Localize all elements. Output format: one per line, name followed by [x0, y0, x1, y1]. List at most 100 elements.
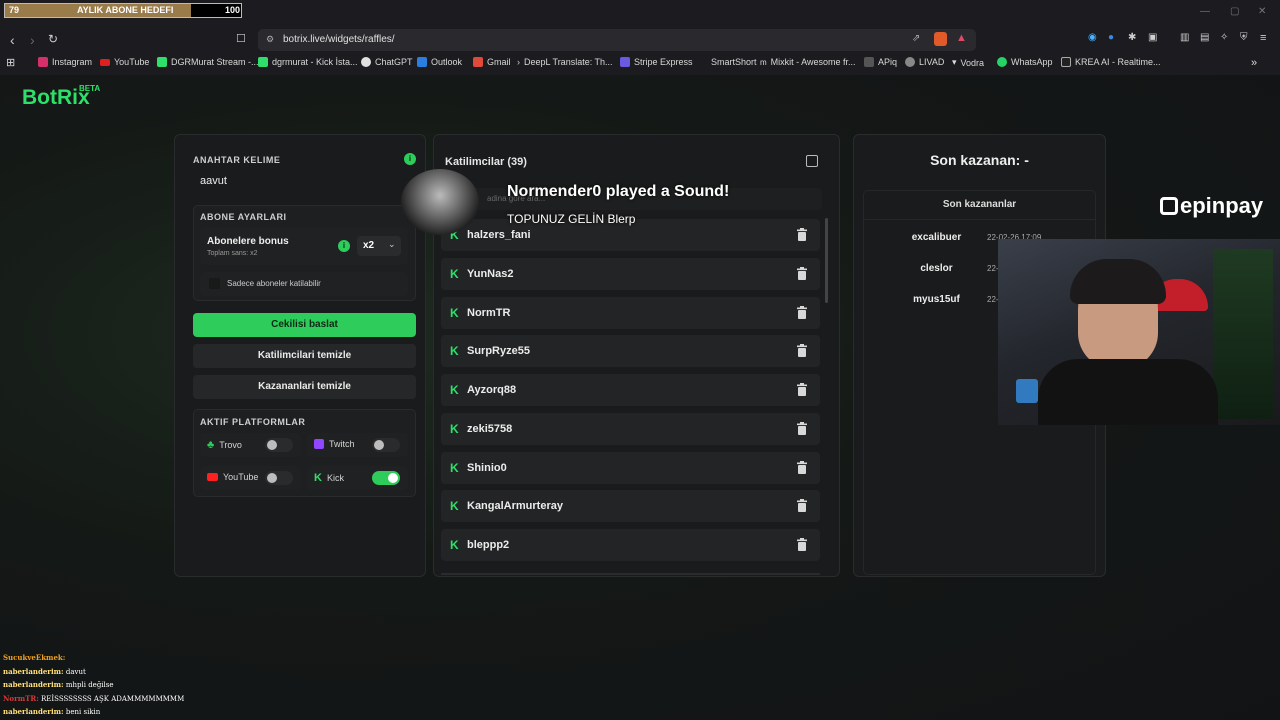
active-platforms-label: AKTIF PLATFORMLAR: [200, 417, 306, 427]
bookmark-item[interactable]: Instagram: [38, 57, 92, 67]
participant-name: Ayzorq88: [467, 384, 517, 396]
trash-icon[interactable]: [796, 421, 808, 435]
copy-icon[interactable]: [806, 155, 818, 167]
share-icon[interactable]: ⇗: [912, 33, 920, 44]
bookmark-item[interactable]: DGRMurat Stream -...: [157, 57, 259, 67]
trovo-toggle[interactable]: [265, 438, 293, 452]
extension-icon[interactable]: ●: [1108, 32, 1114, 43]
forward-icon[interactable]: ›: [30, 32, 35, 48]
kick-icon: K: [450, 538, 459, 552]
sidebar-icon[interactable]: ▥: [1180, 32, 1189, 43]
bookmark-item[interactable]: Stripe Express: [620, 57, 693, 67]
back-icon[interactable]: ‹: [10, 32, 15, 48]
bookmark-item[interactable]: ▾ Vodra: [952, 57, 984, 68]
botrix-logo[interactable]: BotRix BETA: [22, 84, 100, 110]
bookmark-item[interactable]: APiq: [864, 57, 897, 67]
bookmark-item[interactable]: YouTube: [100, 57, 149, 67]
trash-icon[interactable]: [796, 305, 808, 319]
multiplier-select[interactable]: x2 ⌄: [357, 236, 401, 256]
bookmark-item[interactable]: SmartShort: [697, 57, 757, 67]
deepl-icon: ›: [517, 57, 520, 67]
list-scrollbar[interactable]: [825, 218, 828, 303]
chat-message: naberlanderim: mhpli değilse: [3, 680, 114, 689]
info-icon[interactable]: i: [404, 153, 416, 165]
maximize-icon[interactable]: ▢: [1230, 6, 1239, 17]
kick-icon: K: [450, 305, 459, 320]
kick-toggle[interactable]: [372, 471, 400, 485]
apps-icon[interactable]: ⊞: [6, 56, 15, 69]
participant-name: halzers_fani: [467, 229, 531, 241]
trovo-icon: ♣: [207, 439, 215, 451]
subscriber-bonus-title: Abonelere bonus: [207, 236, 289, 247]
menu-icon[interactable]: ≡: [1260, 32, 1266, 44]
clear-participants-button[interactable]: Katilimcilari temizle: [193, 344, 416, 368]
chat-message: naberlanderim: beni sikin: [3, 707, 100, 716]
vodra-icon: ▾: [952, 57, 957, 67]
trash-icon[interactable]: [796, 499, 808, 513]
kick-icon: [157, 57, 167, 67]
bookmark-item[interactable]: ChatGPT: [361, 57, 413, 67]
keyword-label: ANAHTAR KELIME: [193, 155, 281, 165]
bookmark-item[interactable]: Outlook: [417, 57, 462, 67]
bookmark-item[interactable]: Gmail: [473, 57, 511, 67]
audio-icon[interactable]: ◉: [1088, 32, 1097, 43]
twitch-toggle[interactable]: [372, 438, 400, 452]
leo-icon[interactable]: ✧: [1220, 32, 1228, 43]
trash-icon[interactable]: [796, 383, 808, 396]
apiq-icon: [864, 57, 874, 67]
winner-name: excalibuer: [911, 232, 962, 243]
subscriber-bonus-subtitle: Toplam sans: x2: [207, 250, 258, 257]
clear-winners-button[interactable]: Kazananlari temizle: [193, 375, 416, 399]
participant-row: K KangalArmurteray: [441, 490, 820, 523]
bookmark-item[interactable]: KREA AI - Realtime...: [1061, 57, 1161, 67]
keyword-input[interactable]: aavut: [193, 171, 416, 193]
participant-row: Kbleppp2: [441, 529, 820, 561]
address-bar[interactable]: ⚙ botrix.live/widgets/raffles/ ⇗ ▲: [258, 29, 976, 51]
trash-icon[interactable]: [796, 344, 808, 358]
chevron-down-icon: ⌄: [388, 239, 396, 249]
rewards-icon[interactable]: ▲: [956, 32, 967, 44]
bookmark-item[interactable]: dgrmurat - Kick İsta...: [258, 57, 358, 67]
bookmark-item[interactable]: LIVAD: [905, 57, 944, 67]
chat-username: naberlanderim:: [3, 707, 64, 716]
bookmark-icon[interactable]: ☐: [236, 32, 246, 45]
youtube-toggle[interactable]: [265, 471, 293, 485]
info-icon[interactable]: i: [338, 240, 350, 252]
participant-name: YunNas2: [467, 267, 514, 280]
alert-subtitle: TOPUNUZ GELİN Blerp: [507, 212, 636, 226]
vpn-icon[interactable]: ⛨: [1240, 32, 1248, 43]
minimize-icon[interactable]: —: [1200, 6, 1210, 17]
screenshot-icon[interactable]: ▣: [1148, 32, 1157, 43]
stripe-icon: [620, 57, 630, 67]
reload-icon[interactable]: ↻: [48, 32, 58, 46]
trash-icon[interactable]: [796, 266, 808, 280]
platform-kick: K Kick: [307, 466, 408, 490]
mixkit-icon: m: [760, 57, 767, 67]
trash-icon[interactable]: [796, 538, 808, 551]
bookmark-item[interactable]: m Mixkit - Awesome fr...: [760, 57, 856, 67]
subscriber-goal-bar: 79 AYLIK ABONE HEDEFI 100: [4, 3, 242, 18]
goal-current: 79: [9, 5, 20, 15]
subscribers-only-row[interactable]: Sadece aboneler katilabilir: [200, 272, 408, 296]
start-raffle-button[interactable]: Cekilisi baslat: [193, 313, 416, 337]
alert-title: Normender0 played a Sound!: [507, 183, 730, 200]
subscriber-bonus-row: Abonelere bonus Toplam sans: x2 i x2 ⌄: [200, 228, 408, 265]
chat-username: NormTR:: [3, 693, 39, 703]
wallet-icon[interactable]: ▤: [1200, 32, 1209, 43]
bookmark-item[interactable]: › DeepL Translate: Th...: [517, 57, 613, 67]
youtube-icon: [207, 473, 218, 481]
close-icon[interactable]: ✕: [1258, 6, 1266, 17]
livad-icon: [905, 57, 915, 67]
extensions-icon[interactable]: ✱: [1128, 32, 1136, 43]
chat-message: naberlanderim: davut: [3, 667, 86, 676]
bookmark-item[interactable]: WhatsApp: [997, 57, 1053, 67]
browser-chrome: 79 AYLIK ABONE HEDEFI 100 — ▢ ✕ ‹ › ↻ ☐ …: [0, 0, 1280, 75]
subscribers-only-checkbox[interactable]: [209, 278, 220, 289]
list-next-row: [441, 573, 820, 575]
brave-shield-icon[interactable]: [934, 32, 947, 46]
trash-icon[interactable]: [796, 460, 808, 474]
site-info-icon[interactable]: ⚙: [266, 34, 274, 45]
more-bookmarks-icon[interactable]: »: [1251, 57, 1257, 69]
trash-icon[interactable]: [796, 228, 808, 241]
participant-name: KangalArmurteray: [467, 500, 563, 513]
